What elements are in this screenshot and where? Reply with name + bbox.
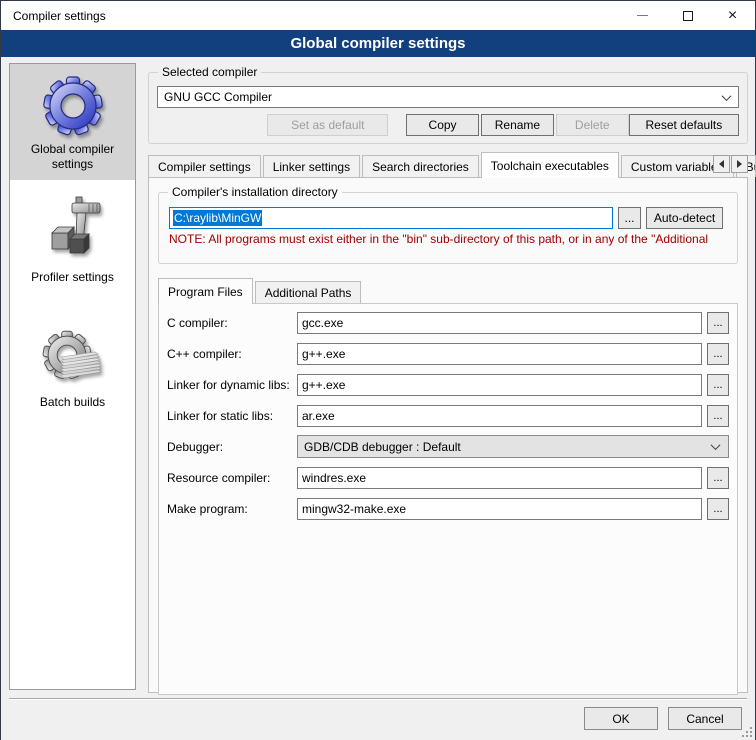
field-row-debugger: Debugger: GDB/CDB debugger : Default — [167, 435, 729, 458]
cancel-button[interactable]: Cancel — [668, 707, 742, 730]
c-compiler-browse-button[interactable]: ... — [707, 312, 729, 334]
cpp-compiler-input[interactable] — [297, 343, 702, 365]
tab-search-directories[interactable]: Search directories — [362, 155, 479, 177]
window-title: Compiler settings — [1, 9, 620, 23]
minimize-button[interactable] — [620, 1, 665, 30]
footer-divider — [9, 698, 747, 700]
field-row-make-program: Make program: ... — [167, 497, 729, 520]
static-linker-input[interactable] — [297, 405, 702, 427]
install-dir-groupbox: Compiler's installation directory C:\ray… — [158, 192, 738, 264]
dynamic-linker-browse-button[interactable]: ... — [707, 374, 729, 396]
caliper-icon — [41, 196, 105, 266]
install-dir-input[interactable]: C:\raylib\MinGW — [169, 207, 613, 229]
dialog-header-title: Global compiler settings — [290, 35, 465, 52]
field-row-static-linker: Linker for static libs: ... — [167, 404, 729, 427]
gear-blue-icon — [41, 74, 105, 138]
gear-stack-icon — [41, 327, 105, 391]
field-label: Make program: — [167, 502, 297, 516]
sidebar-item-global-compiler-settings[interactable]: Global compiler settings — [10, 64, 135, 180]
tab-linker-settings[interactable]: Linker settings — [263, 155, 360, 177]
dialog-header: Global compiler settings — [1, 30, 755, 57]
sidebar-spacer — [10, 293, 135, 317]
compiler-select-value: GNU GCC Compiler — [164, 90, 723, 104]
toolchain-executables-page: Compiler's installation directory C:\ray… — [148, 177, 748, 693]
title-bar: Compiler settings × — [1, 1, 755, 30]
resize-grip[interactable] — [741, 726, 753, 738]
tab-toolchain-executables[interactable]: Toolchain executables — [481, 152, 619, 178]
maximize-icon — [683, 11, 693, 21]
tab-scroll-right-button[interactable] — [731, 155, 748, 173]
sidebar-item-profiler-settings[interactable]: Profiler settings — [10, 186, 135, 293]
ok-button[interactable]: OK — [584, 707, 658, 730]
compiler-select[interactable]: GNU GCC Compiler — [157, 86, 739, 108]
selected-compiler-group-label: Selected compiler — [158, 65, 261, 79]
debugger-select[interactable]: GDB/CDB debugger : Default — [297, 435, 729, 458]
arrow-left-icon — [719, 160, 724, 168]
settings-tab-strip: Compiler settings Linker settings Search… — [148, 151, 748, 177]
field-label: Resource compiler: — [167, 471, 297, 485]
field-row-c-compiler: C compiler: ... — [167, 311, 729, 334]
c-compiler-input[interactable] — [297, 312, 702, 334]
tab-scroll-left-button[interactable] — [713, 155, 730, 173]
field-row-resource-compiler: Resource compiler: ... — [167, 466, 729, 489]
install-dir-note: NOTE: All programs must exist either in … — [169, 232, 737, 246]
settings-category-list: Global compiler settings — [9, 63, 136, 690]
field-label: Linker for static libs: — [167, 409, 297, 423]
field-label: C++ compiler: — [167, 347, 297, 361]
chevron-down-icon — [722, 91, 732, 101]
sidebar-item-label: Global compiler settings — [12, 142, 133, 172]
sidebar-item-batch-builds[interactable]: Batch builds — [10, 317, 135, 418]
selected-compiler-groupbox: Selected compiler GNU GCC Compiler Set a… — [148, 72, 748, 144]
arrow-right-icon — [737, 160, 742, 168]
sidebar-item-label: Batch builds — [12, 395, 133, 410]
subtab-program-files[interactable]: Program Files — [158, 278, 253, 304]
cpp-compiler-browse-button[interactable]: ... — [707, 343, 729, 365]
field-row-cpp-compiler: C++ compiler: ... — [167, 342, 729, 365]
static-linker-browse-button[interactable]: ... — [707, 405, 729, 427]
field-label: C compiler: — [167, 316, 297, 330]
auto-detect-button[interactable]: Auto-detect — [646, 207, 723, 229]
make-program-browse-button[interactable]: ... — [707, 498, 729, 520]
install-dir-value: C:\raylib\MinGW — [173, 210, 262, 226]
field-row-dynamic-linker: Linker for dynamic libs: ... — [167, 373, 729, 396]
subtab-additional-paths[interactable]: Additional Paths — [255, 281, 362, 303]
maximize-button[interactable] — [665, 1, 710, 30]
field-label: Debugger: — [167, 440, 297, 454]
reset-defaults-button[interactable]: Reset defaults — [629, 114, 739, 136]
minimize-icon — [637, 15, 648, 16]
delete-button[interactable]: Delete — [556, 114, 629, 136]
install-dir-browse-button[interactable]: ... — [618, 207, 641, 229]
install-dir-group-label: Compiler's installation directory — [168, 185, 342, 199]
tab-compiler-settings[interactable]: Compiler settings — [148, 155, 261, 177]
sidebar-item-label: Profiler settings — [12, 270, 133, 285]
resource-compiler-input[interactable] — [297, 467, 702, 489]
dialog-content: Global compiler settings — [1, 57, 755, 740]
compiler-settings-dialog: Compiler settings × Global compiler sett… — [0, 0, 756, 740]
close-icon: × — [728, 11, 737, 21]
rename-button[interactable]: Rename — [481, 114, 554, 136]
program-files-page: C compiler: ... C++ compiler: ... Linker… — [158, 303, 738, 695]
programs-sub-tab-strip: Program Files Additional Paths — [158, 277, 738, 303]
close-button[interactable]: × — [710, 1, 755, 30]
main-panel: Selected compiler GNU GCC Compiler Set a… — [148, 63, 748, 693]
field-label: Linker for dynamic libs: — [167, 378, 297, 392]
debugger-select-value: GDB/CDB debugger : Default — [304, 440, 712, 454]
make-program-input[interactable] — [297, 498, 702, 520]
chevron-down-icon — [711, 440, 721, 450]
set-as-default-button[interactable]: Set as default — [267, 114, 388, 136]
resource-compiler-browse-button[interactable]: ... — [707, 467, 729, 489]
copy-button[interactable]: Copy — [406, 114, 479, 136]
dynamic-linker-input[interactable] — [297, 374, 702, 396]
